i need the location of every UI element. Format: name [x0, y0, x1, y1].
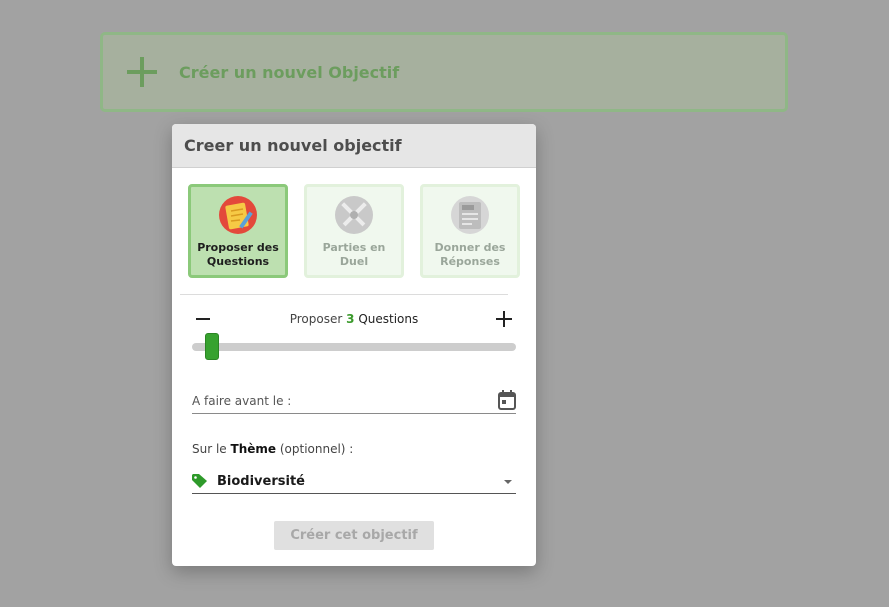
type-label-answers: Donner des Réponses — [434, 241, 506, 268]
create-objective-button[interactable]: Créer cet objectif — [274, 521, 434, 550]
count-unit: Questions — [358, 312, 419, 326]
calendar-icon[interactable] — [498, 390, 516, 410]
due-date-field[interactable]: A faire avant le : — [192, 390, 516, 414]
tag-icon — [192, 474, 207, 488]
theme-select[interactable]: Biodiversité — [192, 470, 516, 494]
type-label-questions: Proposer des Questions — [197, 241, 279, 268]
quiz-answers-icon — [451, 196, 489, 234]
questions-icon — [219, 196, 257, 234]
divider — [180, 294, 508, 295]
count-value: 3 — [346, 312, 355, 326]
create-objective-modal: Creer un nouvel objectif Proposer des Qu… — [172, 124, 536, 566]
due-date-label: A faire avant le : — [192, 394, 292, 408]
plus-icon — [125, 55, 159, 89]
theme-value: Biodiversité — [217, 474, 305, 489]
count-slider-thumb[interactable] — [205, 333, 219, 360]
type-card-answers[interactable]: Donner des Réponses — [420, 184, 520, 278]
modal-title: Creer un nouvel objectif — [184, 136, 402, 155]
type-label-duel: Parties en Duel — [322, 241, 386, 268]
count-prefix: Proposer — [289, 312, 343, 326]
type-card-duel[interactable]: Parties en Duel — [304, 184, 404, 278]
increment-button[interactable] — [496, 311, 512, 327]
objective-type-selector: Proposer des Questions Parties en Duel D… — [188, 184, 520, 278]
modal-header: Creer un nouvel objectif — [172, 124, 536, 168]
theme-label: Sur le Thème (optionnel) : — [192, 442, 354, 456]
new-objective-label: Créer un nouvel Objectif — [179, 62, 400, 82]
type-card-questions[interactable]: Proposer des Questions — [188, 184, 288, 278]
question-count-stepper: Proposer 3 Questions — [192, 310, 516, 330]
count-slider-track[interactable] — [192, 343, 516, 351]
chevron-down-icon — [504, 480, 512, 484]
new-objective-banner[interactable]: Créer un nouvel Objectif — [100, 32, 788, 112]
duel-icon — [335, 196, 373, 234]
count-text: Proposer 3 Questions — [192, 312, 516, 326]
